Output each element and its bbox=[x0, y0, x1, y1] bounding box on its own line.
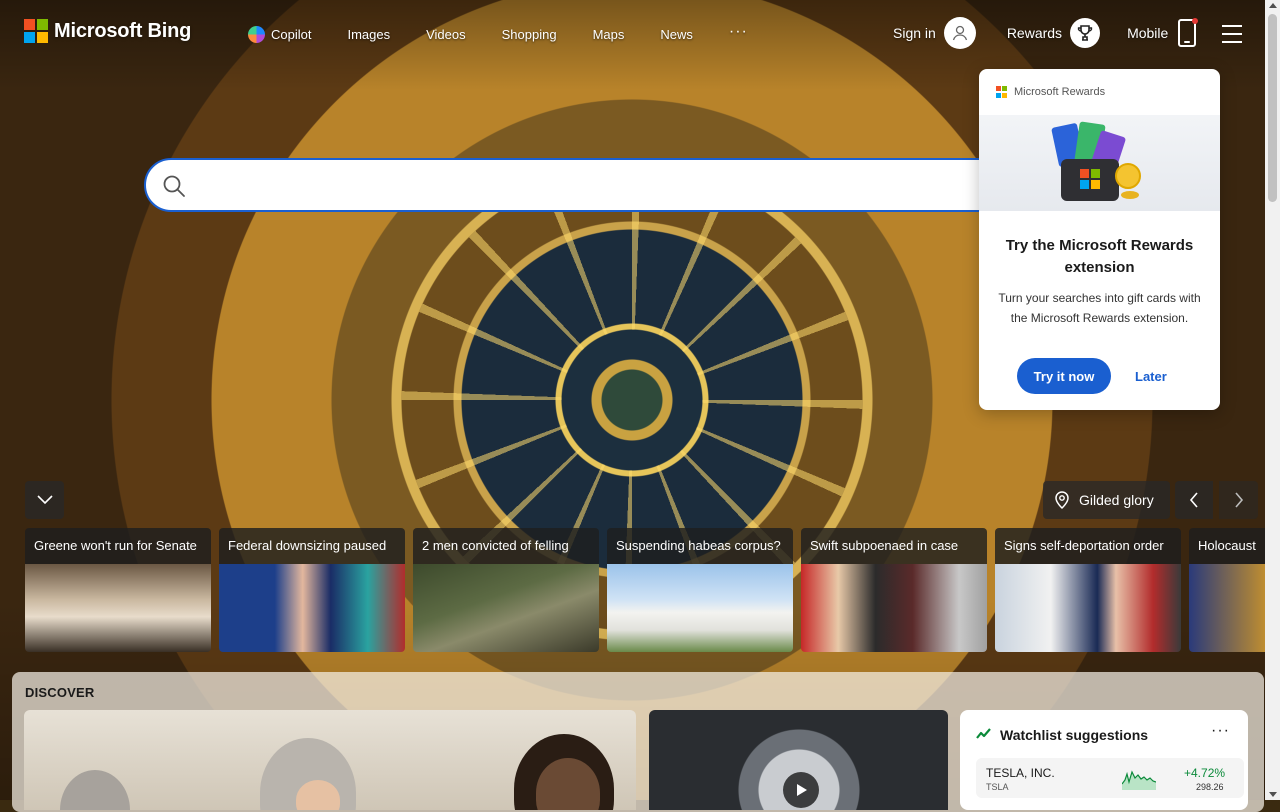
sign-in-button[interactable]: Sign in bbox=[893, 17, 976, 49]
microsoft-logo-icon bbox=[996, 86, 1008, 98]
nav-maps[interactable]: Maps bbox=[593, 27, 625, 42]
news-card[interactable]: 2 men convicted of felling bbox=[413, 528, 599, 652]
collapse-feed-button[interactable] bbox=[25, 481, 64, 519]
notification-dot bbox=[1192, 18, 1199, 24]
discover-section: DISCOVER Watchlist suggestions ··· TESLA… bbox=[12, 672, 1264, 812]
rewards-button[interactable]: Rewards bbox=[1006, 18, 1101, 48]
news-title: Federal downsizing paused bbox=[219, 528, 405, 564]
discover-article-image[interactable] bbox=[24, 710, 636, 810]
watchlist-title: Watchlist suggestions bbox=[1000, 727, 1149, 743]
trophy-icon bbox=[1070, 18, 1101, 48]
play-icon[interactable] bbox=[783, 772, 819, 808]
rewards-popup-actions: Try it now Later bbox=[1017, 358, 1167, 394]
rewards-illustration bbox=[979, 115, 1220, 211]
chevron-right-icon bbox=[1234, 492, 1243, 508]
image-caption: Gilded glory bbox=[1079, 492, 1154, 508]
rewards-popup-header: Microsoft Rewards bbox=[979, 69, 1220, 115]
news-title: Signs self-deportation order bbox=[995, 528, 1181, 564]
avatar-icon bbox=[943, 17, 976, 49]
microsoft-logo-icon bbox=[24, 19, 48, 43]
mobile-label: Mobile bbox=[1127, 25, 1169, 41]
nav-images[interactable]: Images bbox=[347, 27, 390, 42]
hamburger-menu-icon[interactable] bbox=[1222, 24, 1244, 43]
page-scrollbar[interactable] bbox=[1265, 0, 1280, 800]
news-card[interactable]: Signs self-deportation order bbox=[995, 528, 1181, 652]
nav-more-button[interactable]: ··· bbox=[729, 23, 748, 41]
stock-trend-icon bbox=[976, 728, 991, 739]
try-it-now-button[interactable]: Try it now bbox=[1017, 358, 1111, 394]
stock-sparkline bbox=[1122, 770, 1156, 790]
account-actions: Sign in Rewards Mobile bbox=[893, 17, 1244, 49]
search-box[interactable] bbox=[144, 158, 1024, 212]
watchlist-card: Watchlist suggestions ··· TESLA, INC. TS… bbox=[960, 710, 1248, 810]
later-button[interactable]: Later bbox=[1135, 369, 1167, 384]
next-image-button[interactable] bbox=[1219, 481, 1258, 519]
rewards-label: Rewards bbox=[1006, 25, 1063, 41]
watchlist-more-button[interactable]: ··· bbox=[1211, 722, 1230, 740]
nav-copilot-label: Copilot bbox=[271, 27, 312, 42]
search-icon bbox=[163, 175, 185, 197]
copilot-icon bbox=[248, 26, 265, 43]
mobile-button[interactable]: Mobile bbox=[1127, 18, 1199, 47]
chevron-left-icon bbox=[1189, 492, 1198, 508]
discover-heading: DISCOVER bbox=[25, 685, 95, 700]
news-thumbnail bbox=[1189, 564, 1265, 652]
stock-change: +4.72% bbox=[1184, 766, 1226, 780]
brand-name: Microsoft Bing bbox=[54, 19, 192, 42]
stock-price: 298.26 bbox=[1196, 782, 1224, 792]
sign-in-label: Sign in bbox=[893, 25, 936, 41]
news-thumbnail bbox=[801, 564, 987, 652]
nav-shopping[interactable]: Shopping bbox=[502, 27, 557, 42]
nav-videos[interactable]: Videos bbox=[426, 27, 466, 42]
scrollbar-thumb[interactable] bbox=[1268, 14, 1277, 202]
news-title: Greene won't run for Senate bbox=[25, 528, 211, 564]
nav-news[interactable]: News bbox=[660, 27, 693, 42]
news-card[interactable]: Greene won't run for Senate bbox=[25, 528, 211, 652]
scroll-up-arrow-icon[interactable] bbox=[1269, 3, 1277, 8]
chevron-down-icon bbox=[36, 495, 53, 505]
stock-row[interactable]: TESLA, INC. TSLA +4.72% 298.26 bbox=[976, 758, 1244, 798]
news-card[interactable]: Swift subpoenaed in case bbox=[801, 528, 987, 652]
news-thumbnail bbox=[995, 564, 1181, 652]
header: Microsoft Bing Copilot Images Videos Sho… bbox=[0, 0, 1264, 68]
news-thumbnail bbox=[219, 564, 405, 652]
rewards-popup: Microsoft Rewards Try the Microsoft Rewa… bbox=[979, 69, 1220, 410]
rewards-popup-body: Turn your searches into gift cards with … bbox=[998, 291, 1201, 325]
search-input[interactable] bbox=[202, 172, 966, 200]
news-strip: Greene won't run for Senate Federal down… bbox=[25, 528, 1265, 652]
news-card[interactable]: Suspending habeas corpus? bbox=[607, 528, 793, 652]
discover-video-image[interactable] bbox=[649, 710, 948, 810]
scroll-down-arrow-icon[interactable] bbox=[1269, 792, 1277, 797]
news-thumbnail bbox=[25, 564, 211, 652]
news-card[interactable]: Federal downsizing paused bbox=[219, 528, 405, 652]
stock-symbol: TSLA bbox=[986, 782, 1009, 792]
news-title: Swift subpoenaed in case bbox=[801, 528, 987, 564]
previous-image-button[interactable] bbox=[1175, 481, 1213, 519]
news-card[interactable]: Holocaust bbox=[1189, 528, 1265, 652]
news-thumbnail bbox=[413, 564, 599, 652]
news-title: Suspending habeas corpus? bbox=[607, 528, 793, 564]
phone-icon bbox=[1178, 18, 1199, 47]
news-thumbnail bbox=[607, 564, 793, 652]
nav-copilot[interactable]: Copilot bbox=[248, 26, 311, 43]
stock-name: TESLA, INC. bbox=[986, 766, 1055, 780]
rewards-popup-title: Try the Microsoft Rewards extension bbox=[1005, 237, 1194, 276]
location-pin-icon bbox=[1055, 491, 1069, 509]
image-info-button[interactable]: Gilded glory bbox=[1043, 481, 1170, 519]
news-title: Holocaust bbox=[1189, 528, 1265, 564]
top-nav: Copilot Images Videos Shopping Maps News… bbox=[248, 23, 784, 43]
rewards-brand-label: Microsoft Rewards bbox=[1014, 86, 1106, 98]
bing-logo[interactable]: Microsoft Bing bbox=[24, 19, 191, 43]
news-title: 2 men convicted of felling bbox=[413, 528, 599, 564]
